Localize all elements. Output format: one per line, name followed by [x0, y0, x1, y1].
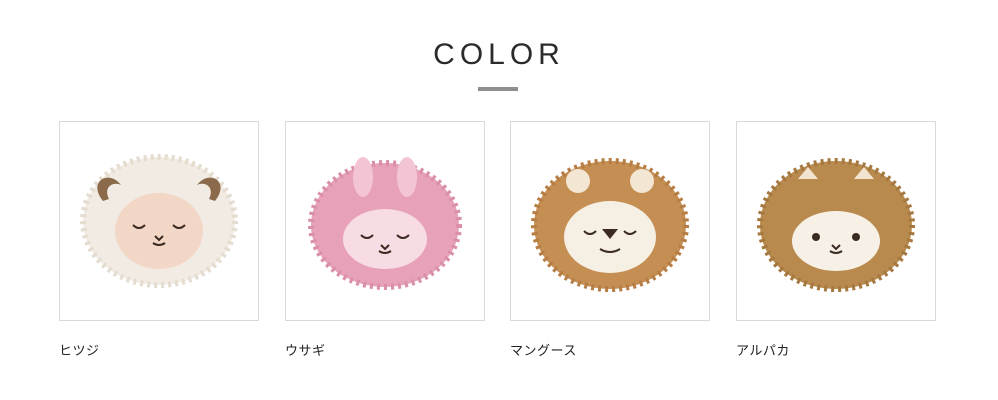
product-image-frame[interactable] — [59, 121, 259, 321]
rabbit-cushion-image — [308, 157, 462, 290]
color-card-rabbit[interactable]: ウサギ — [285, 121, 485, 359]
color-card-mongoose[interactable]: マングース — [510, 121, 710, 359]
section-title: COLOR — [433, 38, 565, 71]
color-name: マングース — [510, 344, 577, 359]
product-image-frame[interactable] — [736, 121, 936, 321]
product-image-frame[interactable] — [285, 121, 485, 321]
title-underline — [478, 87, 518, 91]
color-name: ヒツジ — [59, 344, 100, 359]
color-card-sheep[interactable]: ヒツジ — [59, 121, 259, 359]
alpaca-cushion-image — [757, 158, 915, 292]
sheep-cushion-image — [80, 154, 238, 288]
color-name: ウサギ — [285, 344, 326, 359]
product-image-frame[interactable] — [510, 121, 710, 321]
mongoose-cushion-image — [531, 158, 689, 292]
color-card-alpaca[interactable]: アルパカ — [736, 121, 936, 359]
color-name: アルパカ — [736, 344, 790, 359]
